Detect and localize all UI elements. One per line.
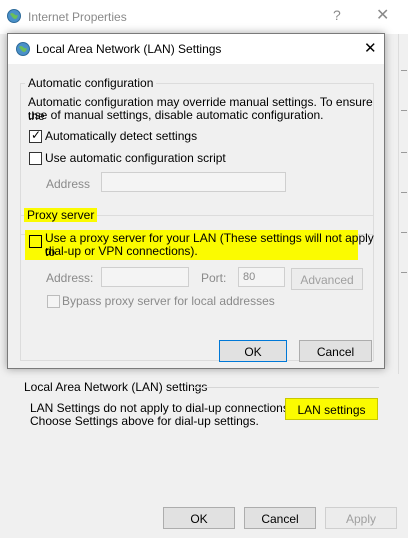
dialog-ok-button[interactable]: OK [219, 340, 287, 362]
tab-edge-mark [401, 70, 407, 71]
lan-settings-button[interactable]: LAN settings [285, 398, 378, 420]
parent-close-button[interactable]: ✕ [376, 5, 389, 25]
parent-tab-edge [398, 34, 408, 374]
tab-edge-mark [401, 152, 407, 153]
globe-icon [16, 42, 30, 56]
proxy-port-label: Port: [201, 271, 227, 285]
parent-apply-button[interactable]: Apply [325, 507, 397, 529]
proxy-port-input[interactable]: 80 [238, 267, 285, 287]
use-script-checkbox[interactable] [29, 152, 42, 165]
auto-config-legend: Automatic configuration [25, 76, 157, 90]
globe-icon [7, 9, 21, 23]
bypass-local-checkbox[interactable] [47, 295, 60, 308]
script-address-label: Address [46, 177, 91, 191]
tab-edge-mark [401, 110, 407, 111]
dialog-title: Local Area Network (LAN) Settings [36, 42, 222, 56]
dialog-title-bar: Local Area Network (LAN) Settings ✕ [8, 34, 384, 64]
dialog-cancel-button[interactable]: Cancel [299, 340, 372, 362]
lan-description-line-1: LAN Settings do not apply to dial-up con… [30, 401, 293, 415]
use-proxy-checkbox[interactable] [29, 235, 42, 248]
lan-description-line-2: Choose Settings above for dial-up settin… [30, 414, 259, 428]
auto-config-description-2: use of manual settings, disable automati… [28, 108, 324, 122]
parent-title-bar: Internet Properties ? ✕ [0, 0, 408, 34]
advanced-button[interactable]: Advanced [291, 268, 363, 290]
help-button[interactable]: ? [333, 7, 341, 23]
parent-ok-button[interactable]: OK [163, 507, 235, 529]
bypass-local-label[interactable]: Bypass proxy server for local addresses [62, 294, 275, 308]
use-proxy-label-line-2[interactable]: dial-up or VPN connections). [45, 244, 198, 258]
proxy-server-legend: Proxy server [24, 208, 98, 222]
tab-edge-mark [401, 192, 407, 193]
tab-edge-mark [401, 232, 407, 233]
dialog-close-button[interactable]: ✕ [364, 39, 377, 57]
parent-window-title: Internet Properties [28, 10, 127, 24]
proxy-address-input[interactable] [101, 267, 189, 287]
script-address-input[interactable] [101, 172, 286, 192]
lan-section-label: Local Area Network (LAN) settings [24, 380, 208, 394]
use-script-label[interactable]: Use automatic configuration script [45, 151, 226, 165]
tab-edge-mark [401, 272, 407, 273]
parent-cancel-button[interactable]: Cancel [244, 507, 316, 529]
checkmark-icon: ✓ [31, 128, 42, 142]
section-divider [192, 387, 379, 388]
auto-detect-checkbox[interactable]: ✓ [29, 128, 42, 143]
proxy-address-label: Address: [46, 271, 94, 285]
auto-detect-label[interactable]: Automatically detect settings [45, 129, 197, 143]
lan-settings-dialog: Local Area Network (LAN) Settings ✕ Auto… [7, 33, 385, 369]
